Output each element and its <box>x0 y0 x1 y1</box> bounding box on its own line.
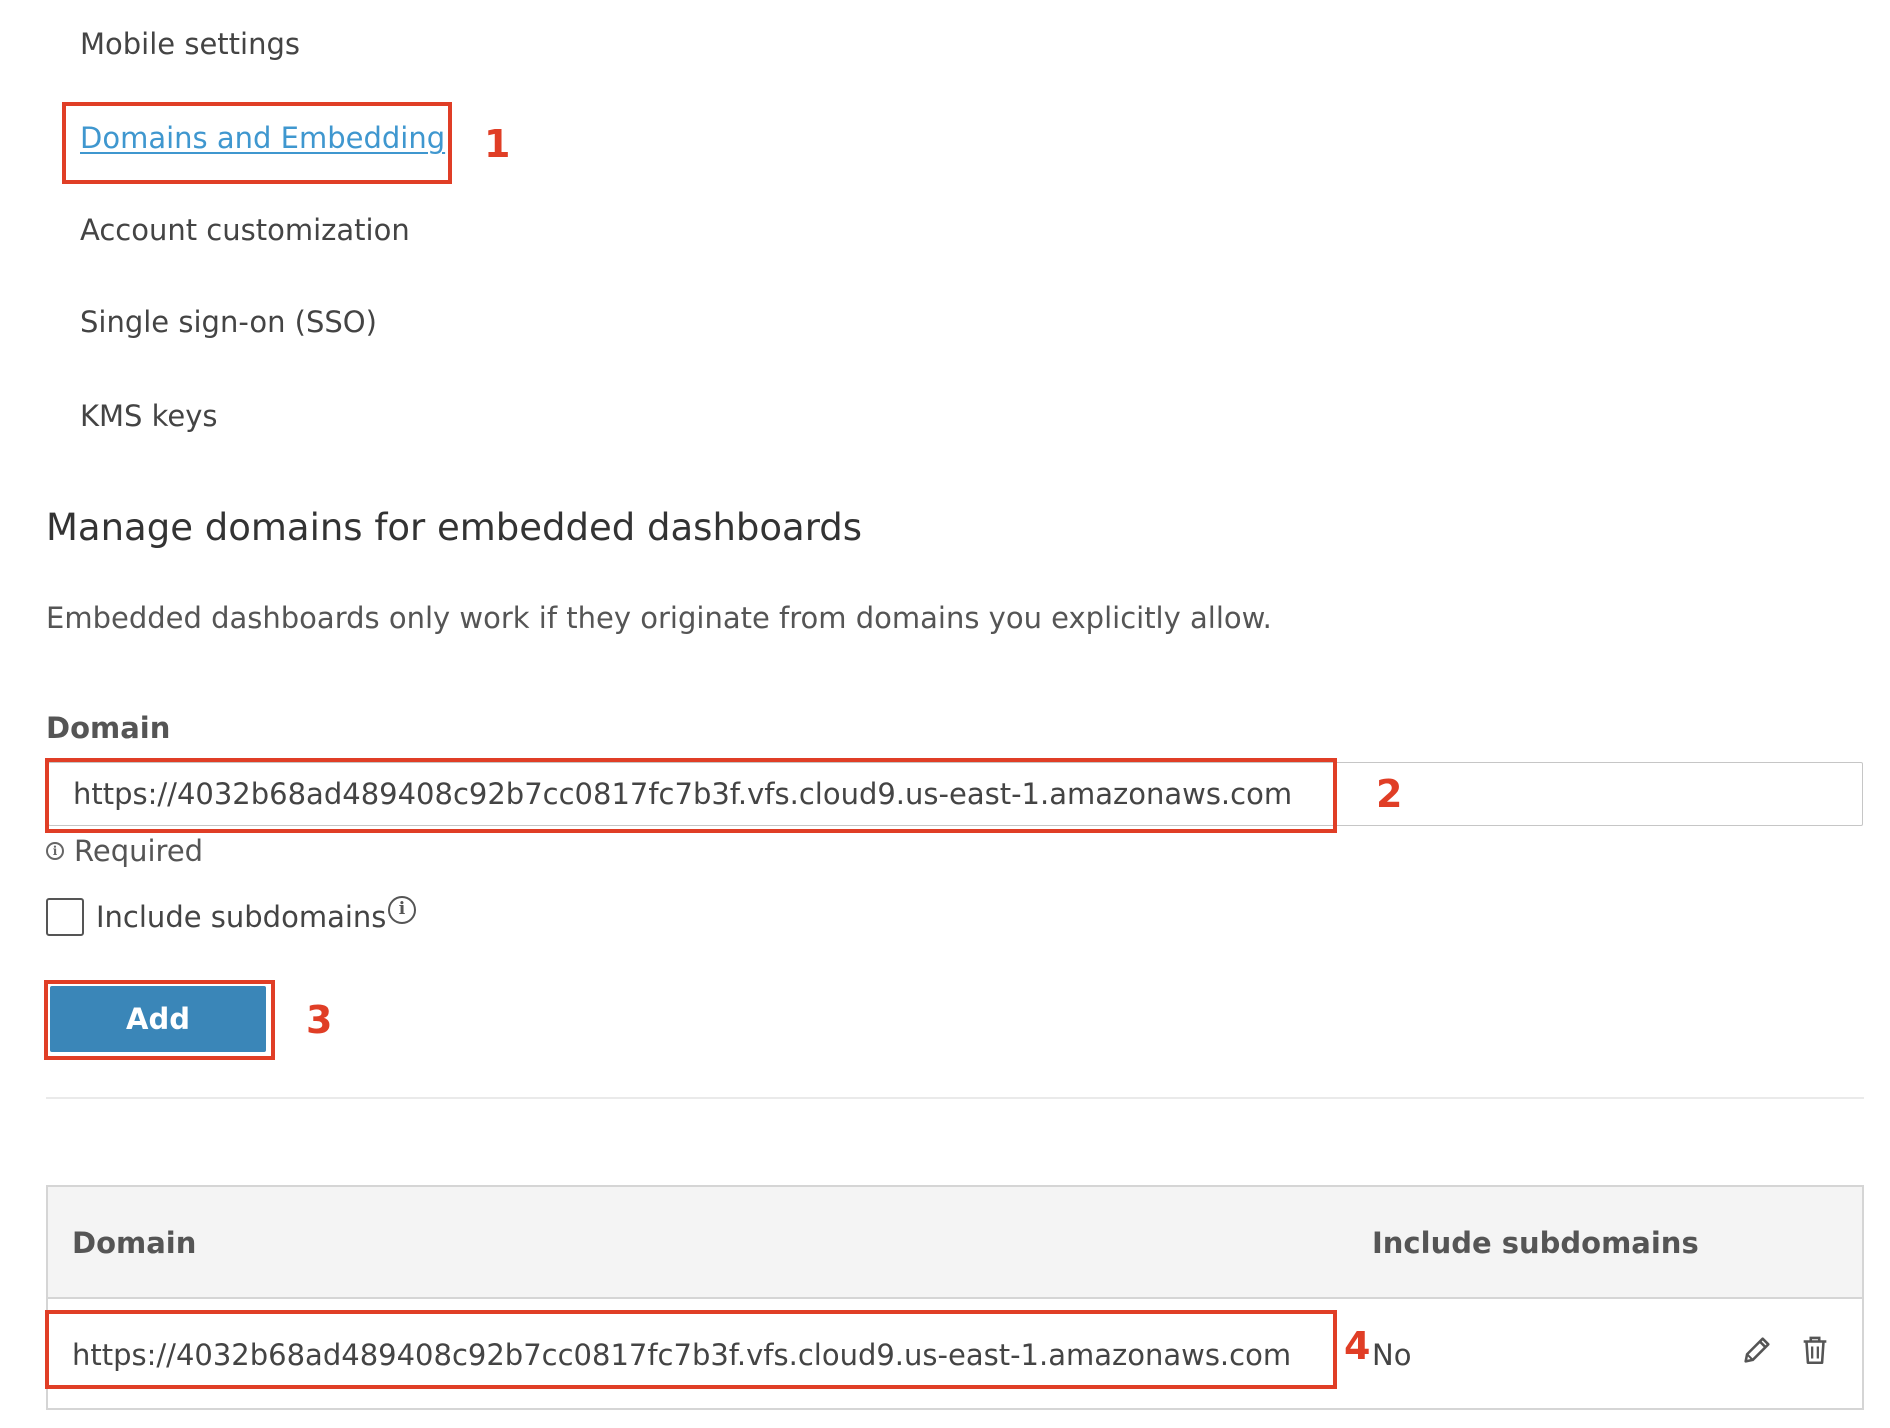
mobile-settings-nav-item[interactable]: Mobile settings <box>80 26 300 62</box>
single-sign-on-nav-item[interactable]: Single sign-on (SSO) <box>80 304 377 340</box>
callout-box-1 <box>62 102 452 184</box>
callout-box-4 <box>45 1310 1337 1389</box>
info-icon: i <box>46 842 64 860</box>
include-subdomains-label[interactable]: Include subdomains <box>96 898 386 936</box>
callout-number-2: 2 <box>1376 772 1403 816</box>
column-header-domain: Domain <box>72 1226 197 1260</box>
pencil-icon[interactable] <box>1740 1333 1774 1367</box>
required-hint: i Required <box>46 833 203 869</box>
trash-icon[interactable] <box>1798 1333 1832 1367</box>
required-text: Required <box>74 834 204 868</box>
kms-keys-nav-item[interactable]: KMS keys <box>80 398 218 434</box>
page-description: Embedded dashboards only work if they or… <box>46 601 1272 635</box>
include-subdomains-checkbox[interactable] <box>46 898 84 936</box>
callout-box-3 <box>44 980 275 1060</box>
callout-number-1: 1 <box>484 122 511 166</box>
domain-field-label: Domain <box>46 711 171 745</box>
callout-number-3: 3 <box>306 998 333 1042</box>
account-customization-nav-item[interactable]: Account customization <box>80 212 410 248</box>
callout-number-4: 4 <box>1344 1324 1371 1368</box>
table-header: Domain Include subdomains <box>48 1187 1862 1299</box>
page-title: Manage domains for embedded dashboards <box>46 506 863 549</box>
row-include-subdomains-cell: No <box>1372 1338 1412 1372</box>
info-icon[interactable]: i <box>388 896 416 924</box>
divider <box>46 1097 1864 1099</box>
callout-box-2 <box>45 758 1337 833</box>
column-header-include-subdomains: Include subdomains <box>1372 1226 1699 1260</box>
include-subdomains-row: Include subdomains <box>46 898 386 936</box>
